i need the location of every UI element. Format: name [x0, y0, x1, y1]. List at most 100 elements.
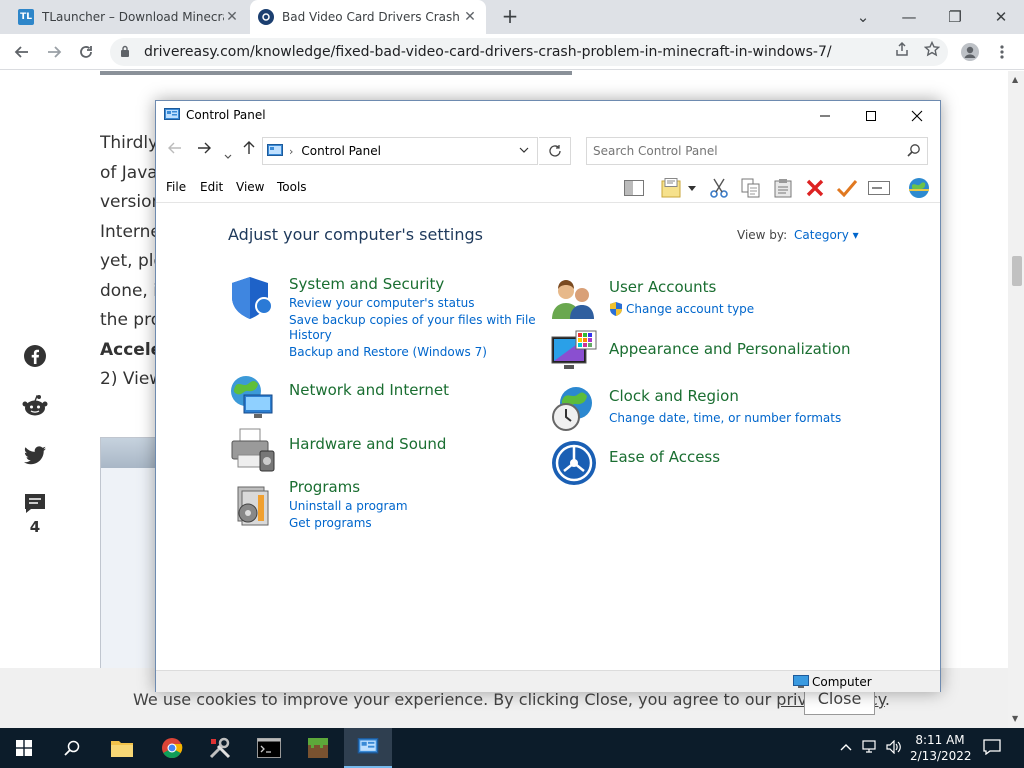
rename-icon[interactable] [868, 177, 890, 199]
link-backup-restore[interactable]: Backup and Restore (Windows 7) [289, 345, 487, 359]
address-field[interactable]: › Control Panel [262, 137, 538, 165]
menu-edit[interactable]: Edit [200, 180, 223, 194]
file-explorer-icon[interactable] [98, 728, 146, 768]
search-box[interactable] [586, 137, 928, 165]
page-scrollbar[interactable]: ▲ ▼ [1008, 71, 1024, 728]
tools-icon[interactable] [196, 728, 244, 768]
computer-icon [793, 675, 809, 688]
delete-icon[interactable] [804, 177, 826, 199]
tab-bad-video-card[interactable]: Bad Video Card Drivers Crash Minecraft ✕ [250, 0, 486, 34]
close-tab-icon[interactable]: ✕ [224, 9, 240, 25]
link-change-date-time[interactable]: Change date, time, or number formats [609, 411, 841, 425]
link-review-status[interactable]: Review your computer's status [289, 296, 475, 310]
copy-icon[interactable] [740, 177, 762, 199]
profile-avatar-icon[interactable] [958, 40, 982, 64]
network-icon[interactable] [228, 373, 276, 421]
link-file-history[interactable]: Save backup copies of your files with Fi… [289, 313, 536, 327]
terminal-icon[interactable] [245, 728, 293, 768]
scroll-down-arrow-icon[interactable]: ▼ [1012, 714, 1018, 723]
control-panel-taskbar-icon[interactable] [344, 728, 392, 768]
appearance-icon[interactable] [550, 329, 598, 377]
link-uninstall-program[interactable]: Uninstall a program [289, 499, 408, 513]
address-dropdown-icon[interactable] [519, 143, 529, 156]
tab-tlauncher[interactable]: TL TLauncher – Download Minecraft ✕ [10, 0, 248, 34]
facebook-icon[interactable] [20, 341, 50, 371]
close-button[interactable] [894, 101, 940, 131]
menu-view[interactable]: View [236, 180, 264, 194]
ease-of-access-icon[interactable] [550, 439, 598, 487]
minecraft-icon[interactable] [294, 728, 342, 768]
minimize-button[interactable] [802, 101, 848, 131]
paste-icon[interactable] [772, 177, 794, 199]
maximize-button[interactable] [848, 101, 894, 131]
view-by-dropdown[interactable]: Category ▾ [794, 228, 859, 242]
category-user-accounts[interactable]: User Accounts [609, 278, 716, 296]
category-appearance-and-personalization[interactable]: Appearance and Personalization [609, 340, 851, 358]
restore-button[interactable]: ❐ [932, 0, 978, 34]
programs-icon[interactable] [228, 481, 276, 529]
category-clock-and-region[interactable]: Clock and Region [609, 387, 739, 405]
shield-icon[interactable] [228, 273, 276, 321]
article-line: Thirdly, [100, 133, 160, 153]
refresh-button[interactable] [539, 137, 571, 165]
forward-arrow-icon[interactable] [197, 141, 211, 159]
taskbar-clock[interactable]: 8:11 AM 2/13/2022 [910, 732, 972, 764]
browser-menu-icon[interactable] [990, 40, 1014, 64]
scroll-thumb[interactable] [1012, 256, 1022, 286]
chrome-icon[interactable] [148, 728, 196, 768]
article-line: the pro [100, 310, 160, 330]
scroll-up-arrow-icon[interactable]: ▲ [1012, 75, 1018, 84]
checkmark-icon[interactable] [836, 177, 858, 199]
link-get-programs[interactable]: Get programs [289, 516, 372, 530]
bookmark-star-icon[interactable] [923, 40, 941, 61]
control-panel-icon [267, 144, 283, 156]
menu-file[interactable]: File [166, 180, 186, 194]
notifications-icon[interactable] [983, 739, 1001, 759]
comments-icon[interactable] [20, 489, 50, 519]
address-bar[interactable]: drivereasy.com/knowledge/fixed-bad-video… [110, 38, 948, 66]
user-accounts-icon[interactable] [550, 275, 598, 323]
forward-button[interactable] [42, 40, 66, 64]
control-panel-titlebar[interactable]: Control Panel [156, 101, 940, 131]
category-ease-of-access[interactable]: Ease of Access [609, 448, 720, 466]
search-input[interactable] [593, 142, 893, 160]
menu-tools[interactable]: Tools [277, 180, 307, 194]
start-button[interactable] [0, 728, 48, 768]
up-arrow-icon[interactable] [242, 141, 256, 159]
globe-icon[interactable] [908, 177, 930, 199]
breadcrumb-control-panel[interactable]: Control Panel [301, 144, 381, 158]
category-hardware-and-sound[interactable]: Hardware and Sound [289, 435, 446, 453]
properties-dropdown-icon[interactable] [686, 177, 698, 199]
new-tab-button[interactable]: + [498, 4, 522, 28]
network-tray-icon[interactable] [862, 740, 878, 758]
url-text: drivereasy.com/knowledge/fixed-bad-video… [144, 44, 832, 60]
clock-globe-icon[interactable] [550, 385, 598, 433]
category-programs[interactable]: Programs [289, 478, 360, 496]
category-system-and-security[interactable]: System and Security [289, 275, 444, 293]
link-file-history-cont[interactable]: History [289, 328, 332, 342]
link-change-account-type[interactable]: Change account type [626, 302, 754, 316]
show-hidden-icons-icon[interactable] [840, 740, 852, 755]
search-icon[interactable] [907, 143, 921, 157]
preview-pane-icon[interactable] [623, 177, 645, 199]
volume-icon[interactable] [886, 739, 902, 758]
share-icon[interactable] [894, 41, 910, 61]
reload-button[interactable] [74, 40, 98, 64]
reddit-icon[interactable] [20, 391, 50, 421]
close-tab-icon[interactable]: ✕ [462, 9, 478, 25]
breadcrumb-chevron-icon[interactable]: › [289, 145, 293, 158]
properties-icon[interactable] [661, 177, 683, 199]
close-browser-button[interactable]: ✕ [978, 0, 1024, 34]
cut-icon[interactable] [708, 177, 730, 199]
printer-icon[interactable] [228, 425, 276, 473]
lock-icon[interactable] [120, 45, 130, 60]
clock-date: 2/13/2022 [910, 749, 972, 763]
taskbar-search-icon[interactable] [48, 728, 96, 768]
category-network-and-internet[interactable]: Network and Internet [289, 381, 449, 399]
back-arrow-icon[interactable] [168, 141, 182, 159]
back-button[interactable] [10, 40, 34, 64]
tab-search-icon[interactable]: ⌄ [840, 0, 886, 34]
minimize-button[interactable]: — [886, 0, 932, 34]
recent-locations-icon[interactable] [224, 146, 232, 164]
twitter-icon[interactable] [20, 441, 50, 471]
